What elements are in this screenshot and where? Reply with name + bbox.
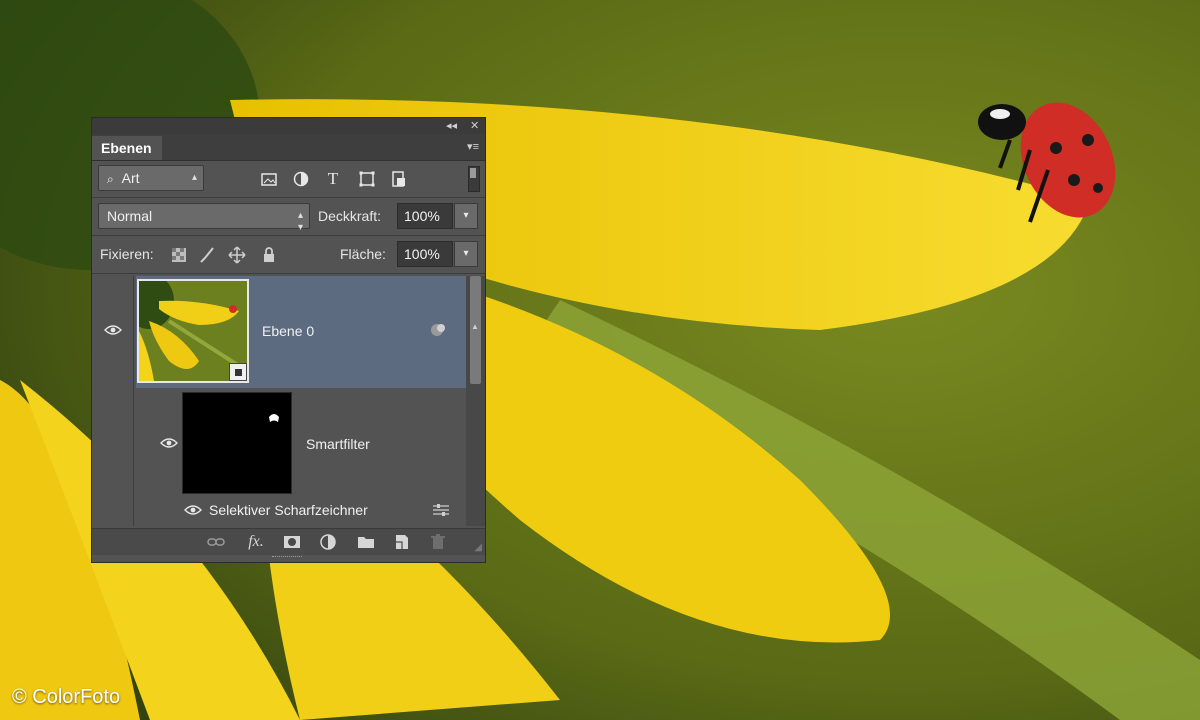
layers-list: Ebene 0 Smartfilter Selektiver Scharfzei… — [92, 276, 485, 526]
filter-row: ⌕ Art ▴ T — [92, 162, 485, 196]
tab-ebenen[interactable]: Ebenen — [92, 136, 162, 160]
filter-blending-options-icon[interactable] — [432, 503, 450, 517]
panel-resize-handle[interactable] — [272, 556, 302, 560]
fill-dropdown-button[interactable]: ▾ — [454, 241, 478, 267]
adjustment-filter-icon[interactable] — [292, 170, 310, 188]
panel-menu-icon[interactable]: ▾≡ — [467, 140, 479, 153]
kind-filter-value: Art — [121, 170, 140, 186]
fx-icon[interactable]: fx. — [246, 532, 266, 552]
lock-transparent-icon[interactable] — [170, 246, 188, 264]
search-icon: ⌕ — [107, 172, 114, 186]
close-icon[interactable]: ✕ — [470, 119, 479, 132]
divider — [92, 235, 485, 236]
stepper-arrows-icon: ▴ — [191, 172, 197, 183]
mask-highlight — [269, 414, 279, 422]
filter-name-selektiver-scharfzeichner[interactable]: Selektiver Scharfzeichner — [209, 502, 368, 518]
lock-position-icon[interactable] — [228, 246, 246, 264]
eye-icon[interactable] — [184, 504, 202, 516]
divider — [92, 197, 485, 198]
scroll-up-icon[interactable]: ▲ — [471, 322, 479, 331]
fill-label: Fläche: — [340, 246, 386, 262]
blend-mode-select[interactable]: Normal ▴ ▾ — [98, 203, 310, 233]
panel-titlebar[interactable]: ◂◂ ✕ — [92, 118, 485, 134]
panel-tabbar: Ebenen ▾≡ — [92, 134, 485, 161]
blend-row: Normal ▴ ▾ Deckkraft: 100% ▾ — [92, 200, 485, 234]
fill-input[interactable]: 100% — [397, 241, 453, 267]
lock-row: Fixieren: Fläche: 100% ▾ — [92, 238, 485, 272]
smart-filter-indicator-icon[interactable] — [428, 322, 448, 338]
double-chevron-left-icon[interactable]: ◂◂ — [446, 119, 457, 132]
layer-name-smartfilter[interactable]: Smartfilter — [306, 436, 370, 452]
divider — [92, 273, 485, 274]
opacity-dropdown-button[interactable]: ▾ — [454, 203, 478, 229]
lock-all-icon[interactable] — [260, 246, 278, 264]
adjustment-icon[interactable] — [318, 532, 338, 552]
new-layer-icon[interactable] — [392, 532, 412, 552]
resize-grip-icon[interactable]: ◢ — [474, 542, 482, 553]
type-filter-icon[interactable]: T — [324, 170, 342, 188]
opacity-label: Deckkraft: — [318, 208, 382, 224]
eye-icon[interactable] — [160, 437, 178, 449]
smart-object-badge-icon — [229, 363, 247, 381]
eye-icon[interactable] — [104, 324, 122, 336]
lock-image-icon[interactable] — [198, 246, 216, 264]
image-filter-icon[interactable] — [260, 170, 278, 188]
stepper-arrows-icon: ▴ ▾ — [297, 210, 303, 233]
smart-object-filter-icon[interactable] — [390, 170, 408, 188]
opacity-input[interactable]: 100% — [397, 203, 453, 229]
lock-label: Fixieren: — [100, 246, 154, 262]
kind-filter-select[interactable]: ⌕ Art ▴ — [98, 165, 204, 191]
link-icon[interactable] — [206, 532, 226, 552]
mask-icon[interactable] — [282, 532, 302, 552]
smart-filter-mask-thumbnail[interactable] — [182, 392, 292, 494]
panel-bottom-bar: fx. ◢ — [92, 528, 485, 555]
blend-mode-value: Normal — [107, 208, 153, 224]
folder-icon[interactable] — [356, 532, 376, 552]
filter-toggle[interactable] — [468, 166, 480, 192]
shape-filter-icon[interactable] — [358, 170, 376, 188]
layers-panel: ◂◂ ✕ Ebenen ▾≡ ⌕ Art ▴ T Normal ▴ ▾ Deckk… — [91, 117, 486, 563]
visibility-column — [92, 276, 134, 526]
layer-thumbnail[interactable] — [137, 279, 249, 383]
layer-name-ebene-0[interactable]: Ebene 0 — [262, 323, 314, 339]
watermark: © ColorFoto — [12, 686, 121, 708]
trash-icon[interactable] — [428, 532, 448, 552]
layers-scrollbar[interactable]: ▲ — [466, 276, 485, 526]
